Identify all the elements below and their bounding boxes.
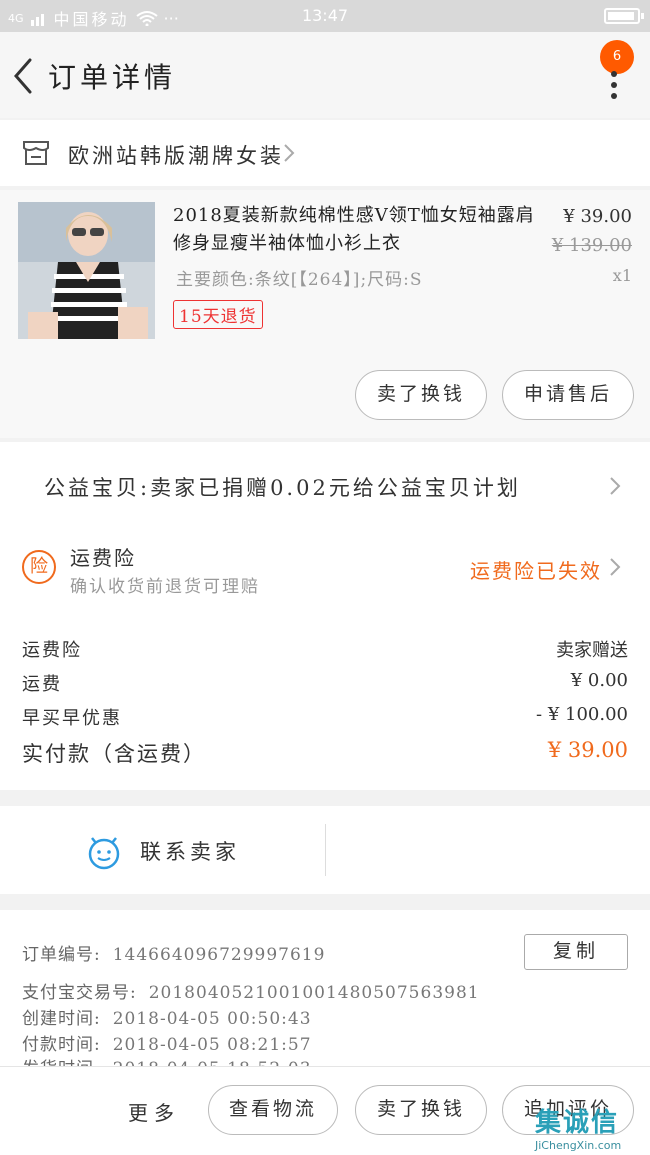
sell-to-earn-button[interactable]: 卖了换钱 [355,370,487,420]
chevron-right-icon [284,144,295,162]
insurance-subtitle: 确认收货前退货可理赔 [70,577,260,597]
more-menu-icon[interactable] [608,70,620,100]
alipay-label: 支付宝交易号: [22,983,137,1003]
divider [325,824,326,876]
contact-seller-row: 联系卖家 [0,806,650,894]
paid-time-label: 付款时间: [22,1035,101,1055]
fee-label: 运费险 [22,640,82,661]
shop-row[interactable]: 欧洲站韩版潮牌女装 [0,120,650,186]
chat-face-icon[interactable] [86,834,122,870]
chevron-right-icon [610,558,621,576]
notification-badge: 6 [600,40,634,74]
created-time-line: 创建时间: 2018-04-05 00:50:43 [22,1004,312,1029]
total-value: ¥ 39.00 [547,738,628,762]
back-arrow-icon[interactable] [8,56,40,96]
order-info: 订单编号: 144664096729997619 复制 支付宝交易号: 201804… [0,910,650,1079]
alipay-number: 2018040521001001480507563981 [148,983,480,1003]
product-title[interactable]: 2018夏装新款纯棉性感V领T恤女短袖露肩修身显瘦半袖体恤小衫上衣 [173,202,553,258]
chevron-right-icon [610,477,621,495]
order-number-line: 订单编号: 144664096729997619 [22,940,325,965]
fee-label: 运费 [22,674,62,695]
order-item: 2018夏装新款纯棉性感V领T恤女短袖露肩修身显瘦半袖体恤小衫上衣 ¥ 39.0… [0,190,650,438]
shop-icon [23,141,49,165]
fee-row: 运费 ¥ 0.00 [22,670,628,696]
charity-row[interactable]: 公益宝贝:卖家已捐赠0.02元给公益宝贝计划 [0,442,650,530]
status-time: 13:47 [301,6,349,25]
total-row: 实付款（含运费） ¥ 39.00 [22,738,628,768]
fee-summary: 运费险 卖家赠送 运费 ¥ 0.00 早买早优惠 - ¥ 100.00 实付款（… [0,610,650,790]
battery-icon [604,8,644,24]
page-title: 订单详情 [48,61,177,94]
product-photo-illustration [18,202,155,339]
contact-seller-button[interactable]: 联系卖家 [140,836,240,866]
product-original-price: ¥ 139.00 [551,235,632,256]
total-label: 实付款（含运费） [22,742,206,766]
insurance-title: 运费险 [70,546,136,570]
fee-value: 卖家赠送 [556,640,628,661]
watermark-logo: 集诚信 JiChengXin.com [535,1102,621,1152]
product-quantity: x1 [612,266,632,285]
product-sku: 主要颜色:条纹[【264】];尺码:S [176,270,423,290]
shop-name[interactable]: 欧洲站韩版潮牌女装 [68,140,284,170]
order-number-label: 订单编号: [22,945,101,965]
view-logistics-button[interactable]: 查看物流 [208,1085,338,1135]
created-time: 2018-04-05 00:50:43 [112,1009,312,1029]
sell-to-earn-button[interactable]: 卖了换钱 [355,1085,487,1135]
watermark-url: JiChengXin.com [535,1139,622,1152]
product-image[interactable] [18,202,155,339]
fee-label: 早买早优惠 [22,708,122,729]
insurance-icon: 险 [22,550,56,584]
copy-button[interactable]: 复制 [524,934,628,970]
page-header: 订单详情 6 [0,32,650,118]
return-policy-badge: 15天退货 [173,300,263,329]
paid-time-line: 付款时间: 2018-04-05 08:21:57 [22,1030,312,1055]
fee-value: ¥ 0.00 [570,670,628,691]
status-bar: 4G 中国移动 ··· 13:47 [0,0,650,32]
more-button[interactable]: 更多 [128,1097,180,1126]
alipay-line: 支付宝交易号: 2018040521001001480507563981 [22,978,480,1003]
fee-value: - ¥ 100.00 [536,704,628,725]
insurance-status: 运费险已失效 [470,559,602,583]
paid-time: 2018-04-05 08:21:57 [112,1035,312,1055]
shipping-insurance-row[interactable]: 险 运费险 确认收货前退货可理赔 运费险已失效 [0,530,650,610]
product-price: ¥ 39.00 [563,206,632,227]
created-time-label: 创建时间: [22,1009,101,1029]
order-number: 144664096729997619 [112,945,326,965]
charity-text: 公益宝贝:卖家已捐赠0.02元给公益宝贝计划 [44,476,521,500]
watermark-name: 集诚信 [535,1108,620,1138]
fee-row: 运费险 卖家赠送 [22,636,628,662]
fee-row: 早买早优惠 - ¥ 100.00 [22,704,628,730]
apply-aftersale-button[interactable]: 申请售后 [502,370,634,420]
